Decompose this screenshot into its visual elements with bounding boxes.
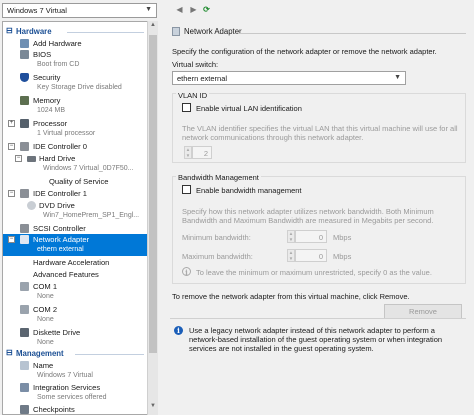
tree-item-com1[interactable]: COM 1 None — [3, 281, 148, 303]
name-icon — [20, 361, 29, 370]
panel-description: Specify the configuration of the network… — [172, 47, 437, 56]
refresh-icon[interactable]: ⟳ — [201, 4, 212, 16]
controller-icon — [20, 224, 29, 233]
tree-item-processor[interactable]: + Processor 1 Virtual processor — [3, 118, 148, 140]
chevron-down-icon: ▼ — [394, 74, 401, 81]
min-bandwidth-spinner[interactable]: ▲ ▼ — [287, 230, 295, 243]
network-adapter-icon — [20, 235, 29, 244]
tree-item-security[interactable]: Security Key Storage Drive disabled — [3, 72, 148, 94]
vlan-description-1: The VLAN identifier specifies the virtua… — [182, 124, 458, 133]
vm-selector-value: Windows 7 Virtual — [7, 6, 67, 15]
min-bandwidth-unit: Mbps — [333, 233, 352, 242]
tree-item-hardware-acceleration[interactable]: Hardware Acceleration — [3, 257, 148, 268]
vlan-spinner[interactable]: ▲ ▼ — [184, 146, 192, 159]
processor-icon — [20, 119, 29, 128]
vm-selector[interactable]: Windows 7 Virtual ▼ — [2, 3, 157, 18]
info-icon: i — [182, 267, 191, 277]
page-title: Network Adapter — [184, 27, 242, 36]
controller-icon — [20, 142, 29, 151]
virtual-switch-select[interactable]: ethern external ▼ — [172, 71, 406, 85]
tree-item-scsi-controller[interactable]: SCSI Controller — [3, 223, 148, 234]
tree-item-com2[interactable]: COM 2 None — [3, 304, 148, 326]
tree-item-add-hardware[interactable]: Add Hardware — [3, 38, 148, 49]
hardware-section-header[interactable]: ⊟ Hardware — [3, 26, 148, 37]
vlan-id-input[interactable]: 2 — [192, 146, 212, 159]
collapse-icon[interactable]: − — [8, 236, 15, 243]
back-arrow-icon[interactable]: ◀ — [174, 4, 185, 16]
legacy-adapter-note-2: network-based installation of the guest … — [189, 335, 443, 344]
min-bandwidth-label: Minimum bandwidth: — [182, 233, 251, 242]
add-hardware-icon — [20, 39, 29, 48]
scroll-down-icon[interactable]: ▼ — [148, 403, 158, 413]
legacy-adapter-note-1: Use a legacy network adapter instead of … — [189, 326, 435, 335]
tree-item-quality-of-service[interactable]: Quality of Service — [3, 176, 148, 187]
tree-item-dvd-drive[interactable]: DVD Drive Win7_HomePrem_SP1_Engl... — [3, 200, 148, 222]
tree-item-name[interactable]: Name Windows 7 Virtual — [3, 360, 148, 382]
min-bandwidth-input[interactable]: 0 — [295, 230, 327, 243]
legacy-adapter-note-3: services are not installed in the guest … — [189, 344, 374, 353]
info-icon: i — [174, 326, 183, 335]
scroll-thumb[interactable] — [149, 35, 157, 353]
expand-icon[interactable]: + — [8, 120, 15, 127]
max-bandwidth-spinner[interactable]: ▲ ▼ — [287, 249, 295, 262]
shield-icon — [20, 73, 29, 82]
tree-item-ide-controller-0[interactable]: − IDE Controller 0 — [3, 141, 148, 152]
tree-item-memory[interactable]: Memory 1024 MB — [3, 95, 148, 117]
scroll-up-icon[interactable]: ▲ — [148, 22, 158, 32]
max-bandwidth-unit: Mbps — [333, 252, 352, 261]
bandwidth-checkbox-label: Enable bandwidth management — [196, 186, 302, 195]
dvd-icon — [27, 201, 36, 210]
collapse-icon[interactable]: − — [8, 143, 15, 150]
max-bandwidth-label: Maximum bandwidth: — [182, 252, 253, 261]
tree-item-diskette-drive[interactable]: Diskette Drive None — [3, 327, 148, 349]
tree-item-hard-drive[interactable]: − Hard Drive Windows 7 Virtual_0D7F50... — [3, 153, 148, 175]
serial-port-icon — [20, 282, 29, 291]
panel-header: Network Adapter — [170, 26, 466, 38]
remove-instructions: To remove the network adapter from this … — [172, 292, 410, 301]
network-adapter-icon — [172, 27, 180, 36]
tree-item-bios[interactable]: BIOS Boot from CD — [3, 49, 148, 71]
forward-arrow-icon[interactable]: ▶ — [188, 4, 199, 16]
tree-scrollbar[interactable]: ▲ ▼ — [147, 21, 158, 415]
bandwidth-title: Bandwidth Management — [176, 173, 261, 182]
tree-item-advanced-features[interactable]: Advanced Features — [3, 269, 148, 280]
vlan-checkbox[interactable] — [182, 103, 191, 112]
collapse-icon[interactable]: − — [15, 155, 22, 162]
collapse-icon[interactable]: − — [8, 190, 15, 197]
max-bandwidth-input[interactable]: 0 — [295, 249, 327, 262]
bandwidth-description-2: Bandwidth and Maximum Bandwidth are meas… — [182, 216, 434, 225]
serial-port-icon — [20, 305, 29, 314]
controller-icon — [20, 189, 29, 198]
vlan-description-2: network communications through this netw… — [182, 133, 364, 142]
top-bar: Windows 7 Virtual ▼ ◀ ▶ ⟳ — [0, 0, 474, 20]
vlan-title: VLAN ID — [176, 91, 210, 100]
management-section-header[interactable]: ⊟ Management — [3, 348, 148, 359]
tree-item-ide-controller-1[interactable]: − IDE Controller 1 — [3, 188, 148, 199]
bandwidth-description-1: Specify how this network adapter utilize… — [182, 207, 434, 216]
bandwidth-checkbox[interactable] — [182, 185, 191, 194]
collapse-icon[interactable]: ⊟ — [6, 348, 13, 357]
chip-icon — [20, 50, 29, 59]
virtual-switch-label: Virtual switch: — [172, 60, 219, 69]
chevron-down-icon: ▼ — [145, 6, 152, 13]
tree-item-integration-services[interactable]: Integration Services Some services offer… — [3, 382, 148, 404]
tree-item-checkpoints[interactable]: Checkpoints — [3, 404, 148, 414]
floppy-icon — [20, 328, 29, 337]
integration-services-icon — [20, 383, 29, 392]
settings-tree: ⊟ Hardware Add Hardware BIOS Boot from C… — [2, 21, 158, 415]
remove-button[interactable]: Remove — [384, 304, 462, 319]
checkpoint-icon — [20, 405, 29, 414]
hard-drive-icon — [27, 156, 36, 162]
collapse-icon[interactable]: ⊟ — [6, 26, 13, 35]
vlan-checkbox-label: Enable virtual LAN identification — [196, 104, 302, 113]
tree-item-network-adapter[interactable]: − Network Adapter ethern external — [3, 234, 148, 256]
memory-icon — [20, 96, 29, 105]
bandwidth-hint: To leave the minimum or maximum unrestri… — [196, 268, 432, 277]
